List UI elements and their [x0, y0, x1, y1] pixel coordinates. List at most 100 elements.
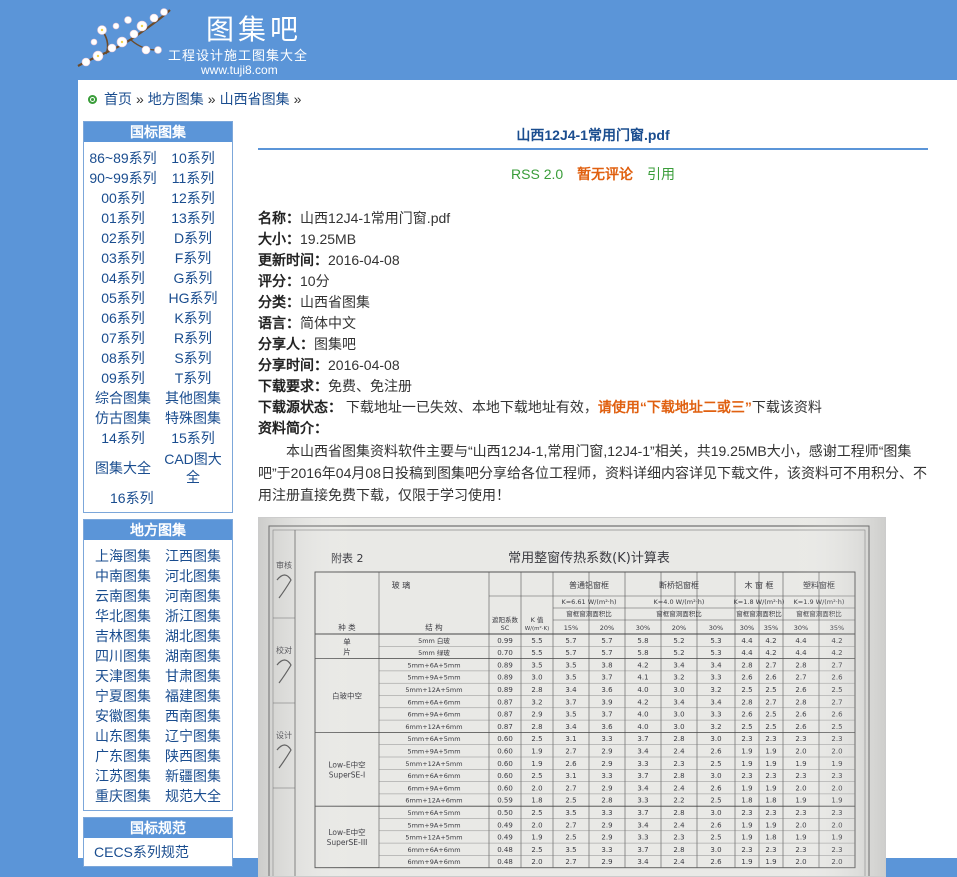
document-detail: 山西12J4-1常用门窗.pdf RSS 2.0 暂无评论 引用 名称：山西12…: [258, 120, 928, 877]
breadcrumb: 首页 » 地方图集 » 山西省图集 »: [88, 89, 305, 109]
local-atlas-link[interactable]: 甘肃图集: [158, 666, 228, 686]
breadcrumb-home-link[interactable]: 首页: [104, 89, 132, 109]
guobiao-series-link[interactable]: 03系列: [88, 248, 158, 268]
guobiao-series-link[interactable]: D系列: [158, 228, 228, 248]
local-atlas-link[interactable]: 浙江图集: [158, 606, 228, 626]
local-atlas-link[interactable]: 陕西图集: [158, 746, 228, 766]
guobiao-series-link[interactable]: R系列: [158, 328, 228, 348]
local-atlas-link[interactable]: 江西图集: [158, 546, 228, 566]
info-row-source-status: 下载源状态： 下载地址一已失效、本地下载地址有效，请使用“下载地址二或三”下载该…: [258, 397, 928, 418]
breadcrumb-separator: »: [293, 91, 302, 107]
local-atlas-link[interactable]: 宁夏图集: [88, 686, 158, 706]
guobiao-series-link[interactable]: 01系列: [88, 208, 158, 228]
local-atlas-link[interactable]: 湖北图集: [158, 626, 228, 646]
info-row-rating: 评分：10分: [258, 271, 928, 292]
guobiao-series-link[interactable]: 仿古图集: [88, 408, 158, 428]
document-preview-image: 审核 校对 设计 附表 2 常用整窗传热系数(K)计算表玻 璃普通铝窗框 断桥铝窗框木 窗…: [258, 517, 886, 877]
site-slogan: 工程设计施工图集大全: [168, 49, 309, 64]
info-label: 分享人：: [258, 336, 314, 352]
guobiao-series-link[interactable]: 04系列: [88, 268, 158, 288]
breadcrumb-bullet-icon: [88, 94, 97, 104]
info-row-requirement: 下载要求：免费、免注册: [258, 376, 928, 397]
local-atlas-link[interactable]: 河北图集: [158, 566, 228, 586]
local-atlas-link[interactable]: 四川图集: [88, 646, 158, 666]
info-row-sharer: 分享人：图集吧: [258, 334, 928, 355]
info-row-updated: 更新时间：2016-04-08: [258, 250, 928, 271]
info-row-intro-label: 资料简介：: [258, 418, 928, 439]
plum-blossom-logo-icon: [77, 8, 171, 67]
guobiao-series-link[interactable]: 09系列: [88, 368, 158, 388]
guobiao-series-link[interactable]: 其他图集: [158, 388, 228, 408]
local-atlas-link[interactable]: 华北图集: [88, 606, 158, 626]
guobiao-series-link[interactable]: 02系列: [88, 228, 158, 248]
guobiao-series-link[interactable]: HG系列: [158, 288, 228, 308]
local-atlas-link[interactable]: 天津图集: [88, 666, 158, 686]
local-atlas-link[interactable]: 上海图集: [88, 546, 158, 566]
guobiao-series-link[interactable]: 05系列: [88, 288, 158, 308]
guobiao-series-link[interactable]: T系列: [158, 368, 228, 388]
guobiao-series-link[interactable]: 07系列: [88, 328, 158, 348]
info-value: 2016-04-08: [328, 252, 400, 268]
local-atlas-link[interactable]: 云南图集: [88, 586, 158, 606]
local-atlas-link[interactable]: 湖南图集: [158, 646, 228, 666]
guobiao-series-link[interactable]: 86~89系列: [88, 148, 158, 168]
guobiao-series-link[interactable]: 图集大全: [88, 448, 158, 488]
local-atlas-link[interactable]: 山东图集: [88, 726, 158, 746]
guobiao-series-link[interactable]: 16系列: [88, 488, 154, 508]
guobiao-series-link[interactable]: 11系列: [158, 168, 228, 188]
info-value: 山西省图集: [300, 294, 370, 310]
local-atlas-link[interactable]: 辽宁图集: [158, 726, 228, 746]
main-container: 首页 » 地方图集 » 山西省图集 » 国标图集 86~89系列 10系列 90~9…: [78, 80, 957, 877]
guobiao-atlas-list: 86~89系列 10系列 90~99系列 11系列 00系列 12系列 01系列 13系列 02…: [84, 142, 232, 512]
guobiao-series-link[interactable]: 12系列: [158, 188, 228, 208]
guobiao-series-link[interactable]: 00系列: [88, 188, 158, 208]
guobiao-series-link[interactable]: 13系列: [158, 208, 228, 228]
guobiao-series-link[interactable]: S系列: [158, 348, 228, 368]
local-atlas-link[interactable]: 新疆图集: [158, 766, 228, 786]
local-atlas-link[interactable]: 江苏图集: [88, 766, 158, 786]
site-url: www.tuji8.com: [201, 63, 278, 77]
comments-link[interactable]: 暂无评论: [577, 166, 633, 182]
guobiao-series-link[interactable]: CAD图大全: [164, 448, 222, 488]
scan-shading: [259, 518, 885, 876]
info-label: 大小：: [258, 231, 300, 247]
local-atlas-link[interactable]: 规范大全: [158, 786, 228, 806]
info-label: 下载源状态：: [258, 399, 342, 415]
guobiao-series-link[interactable]: 08系列: [88, 348, 158, 368]
guobiao-series-link[interactable]: 综合图集: [88, 388, 158, 408]
info-value: 免费、免注册: [328, 378, 412, 394]
site-title: 图集吧: [206, 13, 303, 46]
local-atlas-link[interactable]: 安徽图集: [88, 706, 158, 726]
local-atlas-link[interactable]: 中南图集: [88, 566, 158, 586]
info-value: 19.25MB: [300, 231, 357, 247]
site-header: 图集吧 工程设计施工图集大全 www.tuji8.com: [0, 0, 957, 80]
local-atlas-link[interactable]: 重庆图集: [88, 786, 158, 806]
local-atlas-link[interactable]: 西南图集: [158, 706, 228, 726]
cite-link[interactable]: 引用: [647, 166, 675, 182]
info-row-language: 语言：简体中文: [258, 313, 928, 334]
info-value: 简体中文: [300, 315, 356, 331]
national-standard-link[interactable]: CECS系列规范: [94, 842, 222, 862]
local-atlas-link[interactable]: 广东图集: [88, 746, 158, 766]
info-value: 下载地址一已失效、本地下载地址有效，: [342, 399, 598, 415]
breadcrumb-shanxi-atlas-link[interactable]: 山西省图集: [220, 89, 290, 109]
info-value: 2016-04-08: [328, 357, 400, 373]
local-atlas-link[interactable]: 河南图集: [158, 586, 228, 606]
guobiao-series-link[interactable]: 14系列: [88, 428, 158, 448]
info-row-category: 分类：山西省图集: [258, 292, 928, 313]
guobiao-series-link[interactable]: 06系列: [88, 308, 158, 328]
guobiao-series-link[interactable]: G系列: [158, 268, 228, 288]
local-atlas-link[interactable]: 福建图集: [158, 686, 228, 706]
download-hint: 请使用“下载地址二或三”: [597, 399, 752, 415]
guobiao-series-link[interactable]: K系列: [158, 308, 228, 328]
guobiao-series-link[interactable]: F系列: [158, 248, 228, 268]
rss-link[interactable]: RSS 2.0: [511, 166, 563, 182]
info-label: 下载要求：: [258, 378, 328, 394]
guobiao-series-link[interactable]: 90~99系列: [88, 168, 158, 188]
guobiao-series-link[interactable]: 10系列: [158, 148, 228, 168]
local-atlas-link[interactable]: 吉林图集: [88, 626, 158, 646]
guobiao-series-link[interactable]: 15系列: [158, 428, 228, 448]
preview-table-scan: 审核校对设计附表 2 常用整窗传热系数(K)计算表玻 璃普通铝窗框 断桥铝窗框木 窗…: [259, 518, 885, 876]
breadcrumb-local-atlas-link[interactable]: 地方图集: [148, 89, 204, 109]
guobiao-series-link[interactable]: 特殊图集: [158, 408, 228, 428]
